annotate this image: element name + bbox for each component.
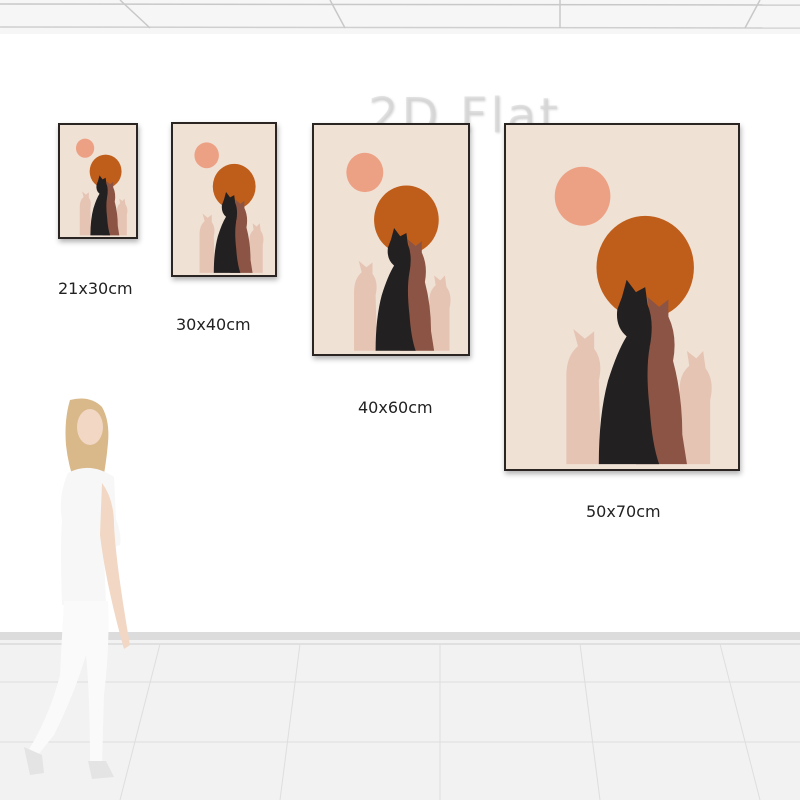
ceiling-grid (0, 0, 800, 34)
size-label-21x30: 21x30cm (58, 279, 133, 298)
poster-large-40x60 (312, 123, 470, 356)
poster-medium-30x40 (171, 122, 277, 277)
cat-artwork (173, 124, 275, 275)
cat-artwork (314, 125, 468, 354)
gallery-scene: 2D Flat 21x30cm 30x40cm 40x60cm 50x70cm (0, 0, 800, 800)
size-label-50x70: 50x70cm (586, 502, 661, 521)
poster-small-21x30 (58, 123, 138, 239)
poster-xlarge-50x70 (504, 123, 740, 471)
cat-artwork (506, 125, 738, 469)
size-label-40x60: 40x60cm (358, 398, 433, 417)
cat-artwork (60, 125, 136, 237)
woman-figure (24, 398, 130, 779)
size-label-30x40: 30x40cm (176, 315, 251, 334)
